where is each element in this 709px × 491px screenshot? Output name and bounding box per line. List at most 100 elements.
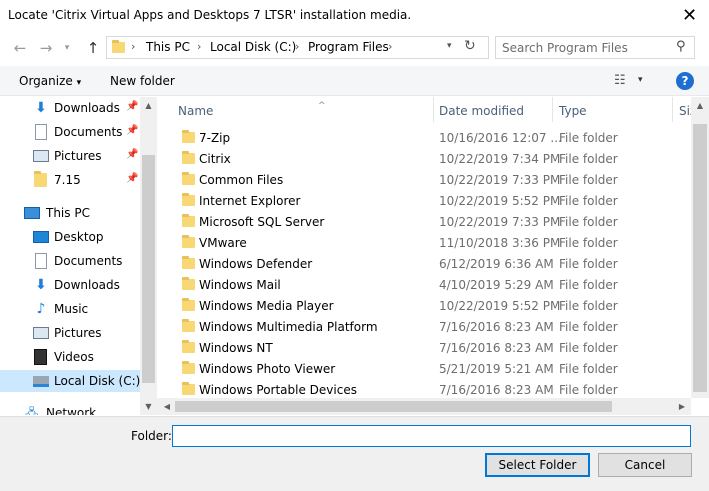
file-date: 4/10/2019 5:29 AM	[439, 278, 554, 292]
up-arrow-icon[interactable]: ↑	[82, 37, 104, 59]
folder-field[interactable]	[172, 425, 691, 447]
select-folder-button[interactable]: Select Folder	[485, 453, 590, 477]
nav-item-label: Network	[46, 406, 97, 415]
file-name: Microsoft SQL Server	[199, 215, 325, 229]
file-scroll-thumb[interactable]	[693, 124, 707, 392]
nav-item-videos[interactable]: Videos	[0, 346, 140, 368]
table-row[interactable]: Windows Portable Devices 7/16/2016 8:23 A…	[157, 380, 691, 398]
nav-item-downloads[interactable]: ⬇ Downloads 📌	[0, 97, 140, 119]
folder-icon	[182, 172, 195, 185]
help-icon[interactable]: ?	[676, 72, 694, 90]
file-date: 10/22/2019 7:34 PM	[439, 152, 561, 166]
view-dropdown-icon[interactable]: ▾	[638, 75, 643, 85]
column-header-type[interactable]: Type	[559, 104, 587, 118]
navigation-pane[interactable]: ⬇ Downloads 📌 Documents 📌 Pictures 📌 7.1…	[0, 97, 156, 415]
file-date: 5/21/2019 5:21 AM	[439, 362, 554, 376]
file-date: 7/16/2016 8:23 AM	[439, 341, 554, 355]
nav-item-documents-pc[interactable]: Documents	[0, 250, 140, 272]
refresh-icon[interactable]: ↻	[464, 38, 476, 54]
breadcrumb-local-disk[interactable]: Local Disk (C:)	[210, 40, 296, 54]
table-row[interactable]: Windows Defender 6/12/2019 6:36 AM File fo…	[157, 254, 691, 275]
table-row[interactable]: Windows Mail 4/10/2019 5:29 AM File folder	[157, 275, 691, 296]
column-header-size[interactable]: Size	[679, 104, 691, 118]
folder-icon	[182, 319, 195, 332]
view-options-icon[interactable]: ☷	[614, 73, 626, 88]
table-row[interactable]: Microsoft SQL Server 10/22/2019 7:33 PM Fi…	[157, 212, 691, 233]
nav-scroll-thumb[interactable]	[142, 155, 155, 383]
table-row[interactable]: Common Files 10/22/2019 7:33 PM File folde…	[157, 170, 691, 191]
horizontal-scroll-thumb[interactable]	[175, 401, 612, 412]
nav-item-7-15[interactable]: 7.15 📌	[0, 169, 140, 191]
nav-item-documents[interactable]: Documents 📌	[0, 121, 140, 143]
breadcrumb-program-files[interactable]: Program Files	[308, 40, 389, 54]
chevron-down-icon[interactable]: ▾	[60, 37, 74, 59]
scroll-down-arrow-icon[interactable]: ▼	[140, 398, 157, 415]
search-box[interactable]: ⚲	[495, 36, 695, 59]
videos-icon	[34, 349, 47, 365]
file-name: Windows Mail	[199, 278, 281, 292]
column-header-name-label: Name	[178, 104, 214, 118]
file-date: 10/22/2019 7:33 PM	[439, 215, 561, 229]
column-divider[interactable]	[433, 97, 434, 122]
table-row[interactable]: 7-Zip 10/16/2016 12:07 ... File folder	[157, 128, 691, 149]
scroll-up-arrow-icon[interactable]: ▲	[691, 97, 709, 114]
scroll-right-arrow-icon[interactable]: ▶	[674, 398, 690, 415]
file-date: 10/22/2019 7:33 PM	[439, 173, 561, 187]
download-icon: ⬇	[35, 100, 47, 116]
breadcrumb-this-pc[interactable]: This PC	[146, 40, 190, 54]
table-row[interactable]: Windows Multimedia Platform 7/16/2016 8:2…	[157, 317, 691, 338]
table-row[interactable]: Windows NT 7/16/2016 8:23 AM File folder	[157, 338, 691, 359]
column-divider[interactable]	[552, 97, 553, 122]
table-row[interactable]: Windows Photo Viewer 5/21/2019 5:21 AM Fil…	[157, 359, 691, 380]
nav-item-network[interactable]: 🖧 Network	[0, 402, 140, 415]
table-row[interactable]: Windows Media Player 10/22/2019 5:52 PM Fi…	[157, 296, 691, 317]
file-date: 6/12/2019 6:36 AM	[439, 257, 554, 271]
scroll-up-arrow-icon[interactable]: ▲	[140, 97, 157, 114]
nav-item-downloads-pc[interactable]: ⬇ Downloads	[0, 274, 140, 296]
cancel-button[interactable]: Cancel	[598, 453, 692, 477]
forward-arrow-icon[interactable]: →	[35, 37, 57, 59]
file-type: File folder	[559, 236, 618, 250]
network-icon: 🖧	[25, 406, 39, 415]
nav-item-this-pc[interactable]: This PC	[0, 202, 140, 224]
back-arrow-icon[interactable]: ←	[9, 37, 31, 59]
organize-label: Organize	[19, 74, 73, 88]
nav-item-label: Desktop	[54, 230, 104, 244]
file-list[interactable]: ^ Name Date modified Type Size 7-Zip 10/16…	[157, 97, 691, 398]
search-icon[interactable]: ⚲	[676, 39, 686, 54]
file-type: File folder	[559, 131, 618, 145]
table-row[interactable]: VMware 11/10/2018 3:36 PM File folder	[157, 233, 691, 254]
close-icon[interactable]: ✕	[670, 0, 709, 31]
nav-item-pictures[interactable]: Pictures 📌	[0, 145, 140, 167]
file-type: File folder	[559, 299, 618, 313]
nav-item-label: Videos	[54, 350, 94, 364]
folder-label: Folder:	[131, 429, 172, 443]
address-dropdown-icon[interactable]: ▾	[447, 41, 452, 51]
new-folder-button[interactable]: New folder	[110, 74, 175, 88]
column-header-name[interactable]: ^ Name	[178, 101, 326, 118]
search-input[interactable]	[502, 40, 668, 55]
folder-input[interactable]	[176, 428, 676, 444]
folder-icon	[34, 171, 47, 187]
table-row[interactable]: Internet Explorer 10/22/2019 5:52 PM File …	[157, 191, 691, 212]
organize-button[interactable]: Organize ▾	[19, 74, 81, 88]
pin-icon: 📌	[126, 125, 139, 136]
window-title: Locate 'Citrix Virtual Apps and Desktops…	[8, 8, 412, 22]
nav-item-label: This PC	[46, 206, 90, 220]
nav-item-local-disk[interactable]: Local Disk (C:)	[0, 370, 140, 392]
column-divider[interactable]	[672, 97, 673, 122]
file-name: Windows Multimedia Platform	[199, 320, 378, 334]
nav-item-music[interactable]: ♪ Music	[0, 298, 140, 320]
nav-item-desktop[interactable]: Desktop	[0, 226, 140, 248]
table-row[interactable]: Citrix 10/22/2019 7:34 PM File folder	[157, 149, 691, 170]
file-date: 7/16/2016 8:23 AM	[439, 320, 554, 334]
breadcrumb-separator: ›	[295, 40, 300, 53]
folder-icon	[182, 130, 195, 143]
folder-icon	[182, 298, 195, 311]
nav-item-label: Music	[54, 302, 89, 316]
this-pc-icon	[24, 207, 40, 219]
column-header-date[interactable]: Date modified	[439, 104, 524, 118]
nav-item-pictures-pc[interactable]: Pictures	[0, 322, 140, 344]
file-type: File folder	[559, 320, 618, 334]
scroll-left-arrow-icon[interactable]: ◀	[159, 398, 175, 415]
